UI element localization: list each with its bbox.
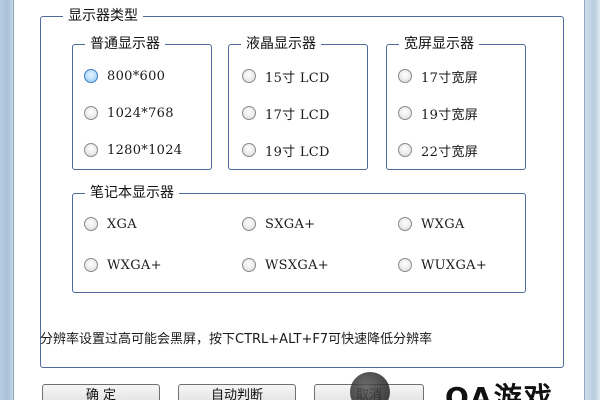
- monitor-type-group-title: 显示器类型: [63, 7, 143, 25]
- radio-label: 15寸 LCD: [265, 70, 330, 86]
- radio-button[interactable]: [84, 106, 98, 120]
- radio-wxga[interactable]: WXGA: [398, 215, 465, 233]
- watermark: OA游戏: [350, 372, 600, 400]
- radio-label: 19寸 LCD: [265, 144, 330, 160]
- laptop-monitor-group: 笔记本显示器: [72, 184, 526, 293]
- radio-label: 19寸宽屏: [421, 107, 479, 123]
- radio-wuxga-plus[interactable]: WUXGA+: [398, 256, 487, 274]
- radio-button[interactable]: [398, 143, 412, 157]
- radio-button[interactable]: [84, 258, 98, 272]
- radio-800x600[interactable]: 800*600: [84, 67, 165, 85]
- radio-17-lcd[interactable]: 17寸 LCD: [242, 104, 330, 123]
- radio-label: 17寸 LCD: [265, 107, 330, 123]
- window-frame-left: [0, 0, 14, 400]
- radio-19-lcd[interactable]: 19寸 LCD: [242, 141, 330, 160]
- window-frame-right: [584, 0, 600, 400]
- radio-1280x1024[interactable]: 1280*1024: [84, 141, 182, 159]
- radio-15-lcd[interactable]: 15寸 LCD: [242, 67, 330, 86]
- watermark-blob: [350, 372, 390, 400]
- radio-sxga-plus[interactable]: SXGA+: [242, 215, 315, 233]
- radio-17-wide[interactable]: 17寸宽屏: [398, 67, 479, 86]
- radio-label: 22寸宽屏: [421, 144, 479, 160]
- radio-label: XGA: [107, 216, 137, 232]
- radio-button[interactable]: [84, 69, 98, 83]
- radio-button[interactable]: [398, 106, 412, 120]
- radio-label: 1280*1024: [107, 142, 183, 158]
- radio-button[interactable]: [242, 106, 256, 120]
- radio-label: 17寸宽屏: [421, 70, 479, 86]
- radio-button[interactable]: [398, 69, 412, 83]
- radio-xga[interactable]: XGA: [84, 215, 137, 233]
- radio-button[interactable]: [398, 217, 412, 231]
- radio-label: WSXGA+: [265, 257, 329, 273]
- radio-button[interactable]: [242, 143, 256, 157]
- radio-button[interactable]: [242, 69, 256, 83]
- radio-label: 1024*768: [107, 105, 174, 121]
- radio-button[interactable]: [84, 217, 98, 231]
- radio-button[interactable]: [398, 258, 412, 272]
- radio-button[interactable]: [242, 258, 256, 272]
- radio-1024x768[interactable]: 1024*768: [84, 104, 174, 122]
- resolution-warning-text: 分辨率设置过高可能会黑屏，按下CTRL+ALT+F7可快速降低分辨率: [40, 332, 433, 347]
- radio-22-wide[interactable]: 22寸宽屏: [398, 141, 479, 160]
- normal-monitor-group-title: 普通显示器: [85, 35, 165, 53]
- radio-wsxga-plus[interactable]: WSXGA+: [242, 256, 329, 274]
- auto-detect-button[interactable]: 自动判断: [178, 384, 296, 400]
- radio-wxga-plus[interactable]: WXGA+: [84, 256, 162, 274]
- widescreen-monitor-group-title: 宽屏显示器: [399, 35, 479, 53]
- lcd-monitor-group-title: 液晶显示器: [241, 35, 321, 53]
- radio-label: 800*600: [107, 68, 166, 84]
- radio-label: WUXGA+: [421, 257, 488, 273]
- radio-button[interactable]: [242, 217, 256, 231]
- radio-label: WXGA: [421, 216, 465, 232]
- radio-label: SXGA+: [265, 216, 316, 232]
- watermark-text: OA游戏: [445, 381, 554, 400]
- ok-button[interactable]: 确 定: [42, 384, 160, 400]
- laptop-monitor-group-title: 笔记本显示器: [85, 184, 179, 202]
- radio-19-wide[interactable]: 19寸宽屏: [398, 104, 479, 123]
- radio-button[interactable]: [84, 143, 98, 157]
- radio-label: WXGA+: [107, 257, 162, 273]
